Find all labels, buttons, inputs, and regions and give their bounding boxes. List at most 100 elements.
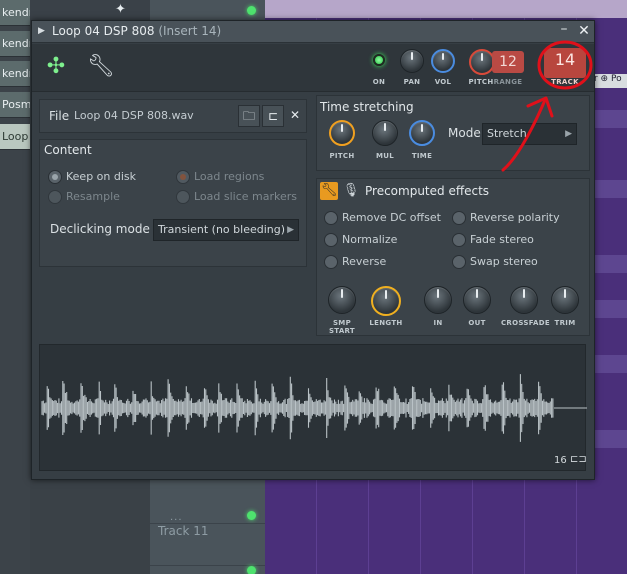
pan-knob[interactable] (400, 49, 424, 73)
vol-label: VOL (434, 78, 452, 86)
audio-clip-window: ▶ Loop 04 DSP 808 (Insert 14) – ✕ ✣ 🔧︎ O… (31, 20, 595, 480)
mul-knob[interactable] (372, 120, 398, 146)
channel-toolbar: ✣ 🔧︎ ON PAN VOL PITCH 12 RANGE 14 TRACK (32, 44, 594, 92)
track-dots: ... (170, 512, 183, 523)
microphone-icon[interactable]: 🎙︎ (342, 182, 360, 200)
trim-knob[interactable] (551, 286, 579, 314)
crossfade-knob[interactable] (510, 286, 538, 314)
clip-item[interactable]: kendra (0, 61, 30, 87)
range-display[interactable]: 12 (492, 51, 524, 73)
window-title: Loop 04 DSP 808 (Insert 14) (52, 24, 222, 38)
expand-arrow-icon[interactable]: ▶ (38, 26, 45, 36)
track-label: TRACK (551, 78, 579, 86)
load-regions-label[interactable]: Load regions (194, 170, 264, 183)
length-knob[interactable] (371, 286, 401, 316)
clip-item[interactable]: kendra morris - catc... (0, 0, 30, 26)
track-11-label[interactable]: Track 11 (158, 524, 208, 538)
keep-on-disk-radio[interactable] (48, 170, 62, 184)
time-stretching-panel: Time stretching PITCH MUL TIME Mode Stre… (316, 95, 590, 171)
waveform-path (41, 374, 554, 442)
waveform-tab-icon[interactable]: ✣ (41, 52, 71, 82)
playlist-clip-label[interactable]: r ⊕ Po (594, 74, 627, 88)
reverse-polarity-checkbox[interactable] (452, 211, 466, 225)
time-knob[interactable] (409, 120, 435, 146)
playlist-clip[interactable] (594, 110, 627, 128)
reverse-label[interactable]: Reverse (342, 255, 386, 268)
minimize-button[interactable]: – (556, 21, 572, 41)
time-label: TIME (411, 152, 433, 160)
reverse-polarity-label[interactable]: Reverse polarity (470, 211, 560, 224)
vol-knob[interactable] (431, 49, 455, 73)
range-label: RANGE (493, 78, 523, 86)
playlist-clip[interactable] (594, 180, 627, 198)
file-label: File (49, 109, 70, 123)
playlist-clip-waveform[interactable] (265, 0, 627, 18)
side-column (30, 480, 150, 574)
ts-pitch-knob[interactable] (329, 120, 355, 146)
clip-item[interactable]: kendra (0, 31, 30, 57)
on-label: ON (372, 78, 386, 86)
track-led[interactable] (247, 566, 256, 574)
length-label: LENGTH (369, 319, 403, 327)
window-titlebar[interactable]: ▶ Loop 04 DSP 808 (Insert 14) – ✕ (32, 21, 594, 43)
in-knob[interactable] (424, 286, 452, 314)
clip-item[interactable]: Posm (0, 92, 30, 118)
precomputed-effects-title: Precomputed effects (365, 184, 490, 198)
precomputed-effects-panel: 🔧︎ 🎙︎ Precomputed effects Remove DC offs… (316, 178, 590, 336)
wrench-icon[interactable]: 🔧︎ (320, 182, 338, 200)
waveform-display[interactable]: 16 ⊏⊐ (39, 344, 587, 471)
trim-label: TRIM (554, 319, 576, 327)
playlist-clip[interactable] (594, 355, 627, 373)
remove-dc-offset-label[interactable]: Remove DC offset (342, 211, 441, 224)
crossfade-label: CROSSFADE (501, 319, 550, 327)
chevron-right-icon: ▶ (565, 129, 572, 139)
out-label: OUT (468, 319, 486, 327)
pan-label: PAN (403, 78, 421, 86)
remove-dc-offset-checkbox[interactable] (324, 211, 338, 225)
fade-stereo-label[interactable]: Fade stereo (470, 233, 534, 246)
waveform-graphic (41, 374, 587, 442)
content-title: Content (44, 143, 92, 157)
swap-stereo-checkbox[interactable] (452, 255, 466, 269)
track-led[interactable] (247, 6, 256, 15)
clip-item[interactable]: Loop (0, 124, 30, 150)
playlist-clip[interactable] (594, 255, 627, 273)
track-led[interactable] (247, 511, 256, 520)
keep-on-disk-label[interactable]: Keep on disk (66, 170, 136, 183)
file-panel: File Loop 04 DSP 808.wav 🗀︎ ⊏ ✕ (39, 99, 307, 133)
normalize-checkbox[interactable] (324, 233, 338, 247)
declicking-mode-dropdown[interactable]: Transient (no bleeding) ▶ (153, 219, 299, 241)
resample-label[interactable]: Resample (66, 190, 120, 203)
out-knob[interactable] (463, 286, 491, 314)
load-slice-markers-radio[interactable] (176, 190, 190, 204)
declicking-mode-label: Declicking mode (50, 222, 150, 236)
resample-radio[interactable] (48, 190, 62, 204)
mixer-track-display[interactable]: 14 (544, 48, 586, 78)
fade-stereo-checkbox[interactable] (452, 233, 466, 247)
reverse-checkbox[interactable] (324, 255, 338, 269)
loop-icon[interactable]: ⊏⊐ (570, 454, 587, 465)
normalize-label[interactable]: Normalize (342, 233, 397, 246)
playlist-clip[interactable] (594, 300, 627, 318)
sparkle-icon: ✦ (115, 2, 126, 17)
fl-studio-screen: r ⊕ Po ... Track 11 kendra morris - catc… (0, 0, 627, 574)
smp-start-label: SMP START (328, 319, 356, 335)
close-button[interactable]: ✕ (576, 23, 592, 41)
swap-stereo-label[interactable]: Swap stereo (470, 255, 538, 268)
wrench-tab-icon[interactable]: 🔧︎ (87, 52, 115, 82)
mode-dropdown[interactable]: Stretch ▶ (482, 123, 577, 145)
smp-start-knob[interactable] (328, 286, 356, 314)
on-led-toggle[interactable] (373, 54, 385, 66)
time-stretching-title: Time stretching (320, 100, 414, 114)
file-name: Loop 04 DSP 808.wav (74, 109, 194, 122)
chevron-right-icon: ▶ (287, 225, 294, 235)
clear-file-icon[interactable]: ✕ (284, 105, 306, 127)
tree-icon[interactable]: ⊏ (262, 105, 284, 127)
mul-label: MUL (375, 152, 394, 160)
content-panel: Content Keep on disk Resample Load regio… (39, 139, 307, 267)
playlist-clip[interactable] (594, 430, 627, 448)
load-regions-radio[interactable] (176, 170, 190, 184)
folder-icon[interactable]: 🗀︎ (238, 105, 260, 127)
ts-pitch-label: PITCH (329, 152, 355, 160)
load-slice-markers-label[interactable]: Load slice markers (194, 190, 297, 203)
